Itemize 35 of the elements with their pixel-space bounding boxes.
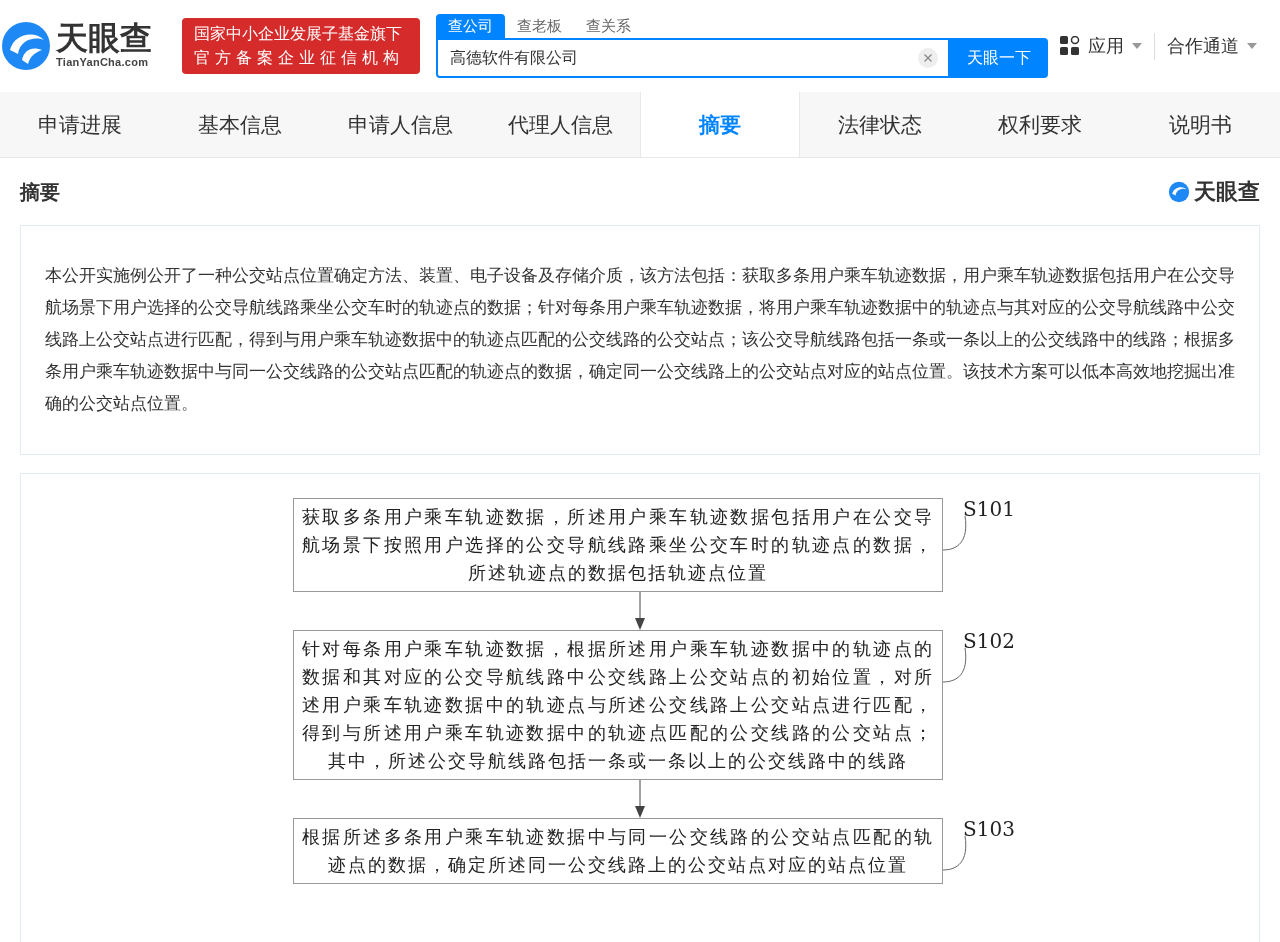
nav-tab[interactable]: 基本信息 <box>160 92 320 157</box>
nav-tab[interactable]: 代理人信息 <box>480 92 640 157</box>
brand-text: 天眼查 <box>1194 180 1260 203</box>
flow-step-label: S102 <box>963 628 1015 655</box>
nav-tab[interactable]: 法律状态 <box>800 92 960 157</box>
badge-line: 官方备案企业征信机构 <box>194 48 405 68</box>
flow-arrow <box>634 780 646 818</box>
nav-tab[interactable]: 说明书 <box>1120 92 1280 157</box>
eye-logo-icon <box>1168 180 1190 203</box>
logo-text: 天眼查 <box>56 21 152 54</box>
section-title: 摘要 <box>20 179 60 205</box>
flow-step-text: 根据所述多条用户乘车轨迹数据中与同一公交线路的公交站点匹配的轨迹点的数据，确定所述同一公交线路上的公交站点对应的站点位置 <box>302 825 934 877</box>
nav-tab[interactable]: 申请人信息 <box>320 92 480 157</box>
apps-icon <box>1060 36 1080 56</box>
nav-tab[interactable]: 权利要求 <box>960 92 1120 157</box>
flow-arrow <box>634 592 646 630</box>
caret-icon <box>1247 43 1257 49</box>
badge-line: 国家中小企业发展子基金旗下 <box>194 24 403 44</box>
search-tab[interactable]: 查关系 <box>574 14 643 38</box>
search-tab[interactable]: 查公司 <box>436 14 505 38</box>
search-button[interactable]: 天眼一下 <box>950 38 1048 78</box>
flow-step-label: S103 <box>963 816 1015 843</box>
caret-icon <box>1132 43 1142 49</box>
search-tab[interactable]: 查老板 <box>505 14 574 38</box>
clear-icon[interactable] <box>918 48 938 68</box>
flow-step-text: 针对每条用户乘车轨迹数据，根据所述用户乘车轨迹数据中的轨迹点的数据和其对应的公交导航线路中公交线路上公交站点的初始位置，对所述用户乘车轨迹数据中的轨迹点与所述公交线路上公交站点进行匹配，得到与所述用户乘车轨迹数据中的轨迹点匹配的公交线路的公交站点；其中，所述公交导航线路包括一条或一条以上的公交线路中的线路 <box>302 637 934 773</box>
abstract-text: 本公开实施例公开了一种公交站点位置确定方法、装置、电子设备及存储介质，该方法包括：获取多条用户乘车轨迹数据，用户乘车轨迹数据包括用户在公交导航场景下用户选择的公交导航线路乘坐公交车时的轨迹点的数据；针对每条用户乘车轨迹数据，将用户乘车轨迹数据中的轨迹点与其对应的公交导航线路中公交线路上公交站点进行匹配，得到与用户乘车轨迹数据中的轨迹点匹配的公交线路的公交站点；该公交导航线路包括一条或一条以上的公交线路中的线路；根据多条用户乘车轨迹数据中与同一公交线路的公交站点匹配的轨迹点的数据，确定同一公交线路上的公交站点对应的站点位置。该技术方案可以低本高效地挖掘出准确的公交站点位置。 <box>45 265 1235 415</box>
flow-step-label: S101 <box>963 496 1015 523</box>
flow-step-text: 获取多条用户乘车轨迹数据，所述用户乘车轨迹数据包括用户在公交导航场景下按照用户选择的公交导航线路乘坐公交车时的轨迹点的数据，所述轨迹点的数据包括轨迹点位置 <box>302 505 934 585</box>
menu-button[interactable]: 应用 <box>1088 32 1124 60</box>
nav-tab[interactable]: 摘要 <box>640 92 800 157</box>
menu-button[interactable]: 合作通道 <box>1167 32 1239 60</box>
logo-domain: TianYanCha.com <box>56 54 150 70</box>
nav-tab[interactable]: 申请进展 <box>0 92 160 157</box>
search-field[interactable]: 高德软件有限公司 <box>436 38 950 78</box>
